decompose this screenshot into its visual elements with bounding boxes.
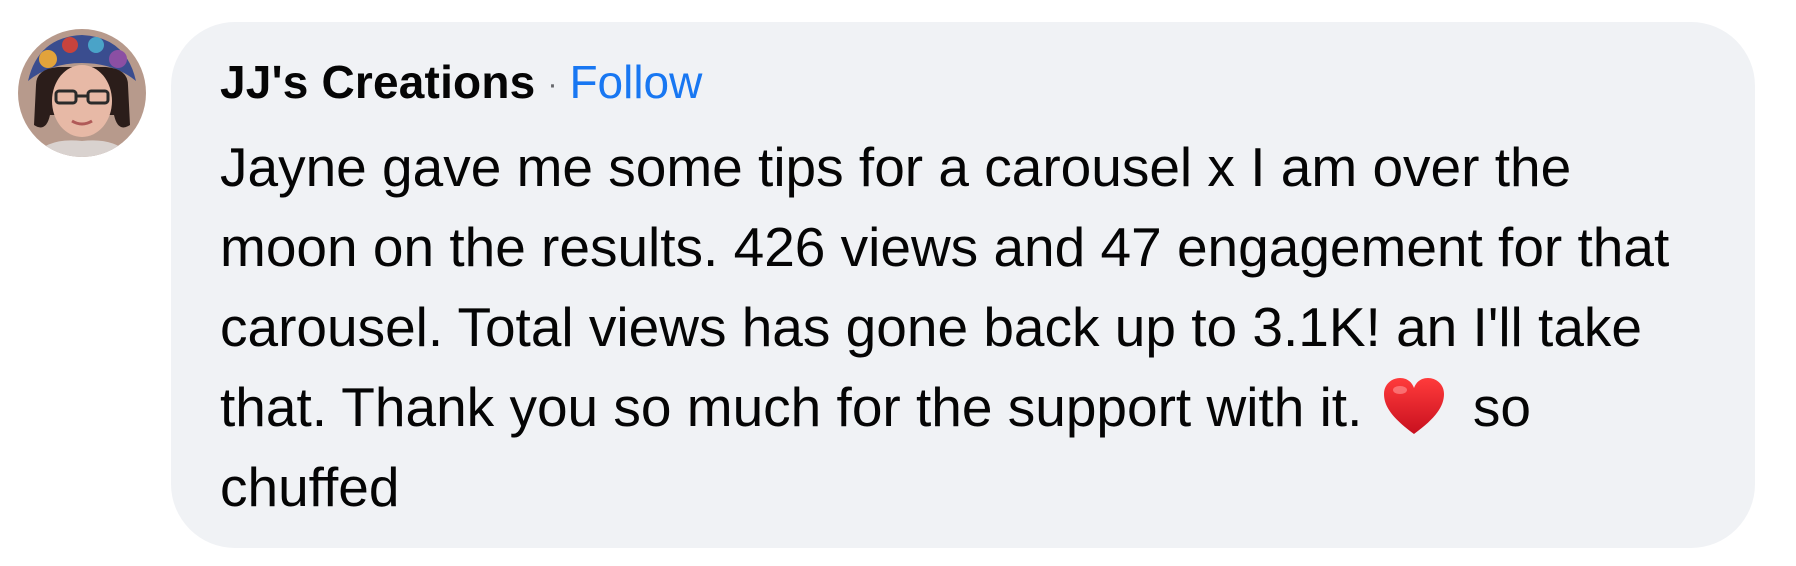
follow-link[interactable]: Follow bbox=[569, 55, 702, 109]
avatar-image bbox=[18, 29, 146, 157]
comment-bubble: JJ's Creations · Follow Jayne gave me so… bbox=[171, 22, 1755, 548]
comment-header: JJ's Creations · Follow bbox=[220, 55, 1695, 115]
author-avatar[interactable] bbox=[18, 29, 146, 157]
separator-dot: · bbox=[547, 68, 558, 101]
author-name-link[interactable]: JJ's Creations bbox=[220, 55, 535, 109]
comment-text-main: Jayne gave me some tips for a carousel x… bbox=[220, 136, 1670, 438]
heart-emoji-icon bbox=[1382, 376, 1446, 436]
comment-text: Jayne gave me some tips for a carousel x… bbox=[220, 127, 1695, 527]
